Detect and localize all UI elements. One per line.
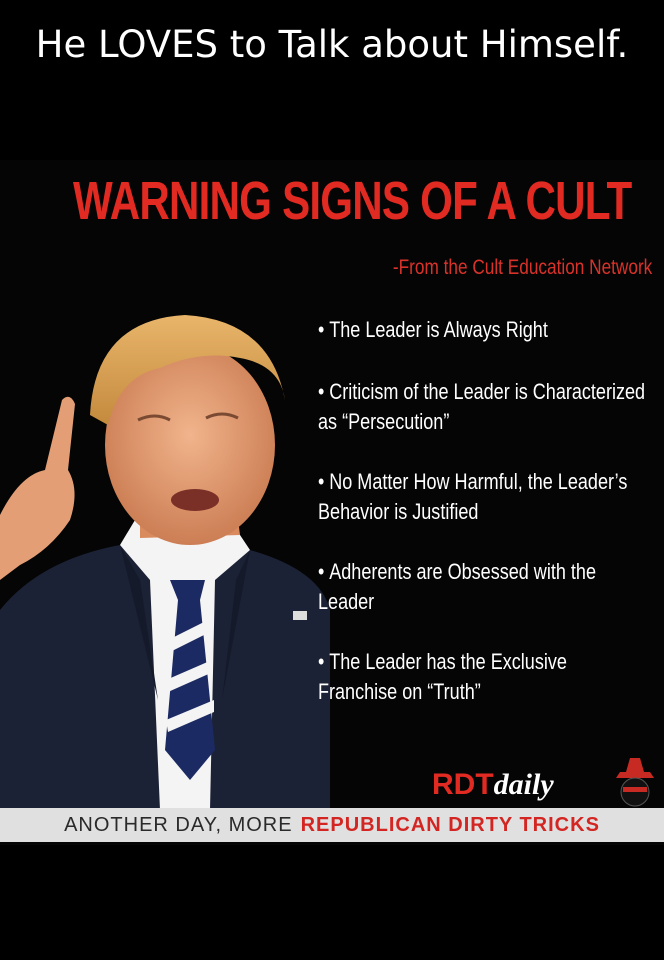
poster-source: -From the Cult Education Network bbox=[392, 256, 652, 279]
list-item: • No Matter How Harmful, the Leader’s Beh… bbox=[318, 469, 628, 524]
banner-highlight: REPUBLICAN DIRTY TRICKS bbox=[300, 813, 600, 836]
list-item: • The Leader has the Exclusive Franchise … bbox=[318, 649, 567, 704]
rdtdaily-logo: RDTdaily bbox=[432, 768, 554, 801]
meme-caption: He LOVES to Talk about Himself. bbox=[35, 23, 629, 66]
bullet-icon: • bbox=[318, 469, 325, 494]
politician-photo bbox=[0, 315, 330, 810]
bullet-icon: • bbox=[318, 559, 325, 584]
list-item: • Criticism of the Leader is Characterize… bbox=[318, 379, 646, 434]
hat-mascot-icon bbox=[616, 758, 654, 807]
footer-banner: ANOTHER DAY, MORE REPUBLICAN DIRTY TRICK… bbox=[0, 808, 664, 842]
warning-signs-list: • The Leader is Always Right • Criticism o… bbox=[318, 315, 658, 737]
bullet-icon: • bbox=[318, 649, 325, 674]
bullet-icon: • bbox=[318, 379, 325, 404]
bullet-icon: • bbox=[318, 317, 325, 342]
poster-headline: WARNING SIGNS OF A CULT bbox=[73, 171, 632, 231]
cult-warning-poster: WARNING SIGNS OF A CULT -From the Cult E… bbox=[0, 160, 664, 845]
list-item: • Adherents are Obsessed with the Leader bbox=[318, 559, 596, 614]
banner-text: ANOTHER DAY, MORE bbox=[64, 813, 293, 836]
list-item: • The Leader is Always Right bbox=[318, 317, 548, 342]
